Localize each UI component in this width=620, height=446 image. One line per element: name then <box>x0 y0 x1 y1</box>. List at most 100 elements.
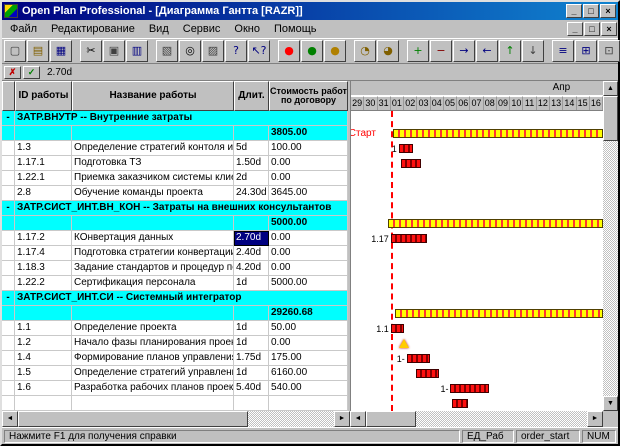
menu-help[interactable]: Помощь <box>267 21 324 37</box>
table-row[interactable]: -ЗАТР.СИСТ_ИНТ.ВН_КОН -- Затраты на внеш… <box>2 201 348 216</box>
gantt-scroll-track[interactable] <box>416 411 587 427</box>
table-row[interactable]: 1.2Начало фазы планирования проекта1d0.0… <box>2 336 348 351</box>
header-cost[interactable]: Стоимость работ по договору <box>269 81 348 111</box>
task-bar[interactable]: 1- <box>407 354 430 363</box>
day-header: 08 <box>484 96 497 110</box>
cell-activity-name: Приемка заказчиком системы клиент <box>72 171 234 186</box>
scroll-down-icon[interactable]: ▼ <box>603 396 618 411</box>
toolbar-separator <box>271 40 277 62</box>
table-row[interactable]: 2.8Обучение команды проекта24.30d3645.00 <box>2 186 348 201</box>
print-preview-icon[interactable]: ◎ <box>179 40 201 62</box>
table-hscrollbar[interactable]: ◄ ► <box>2 411 350 427</box>
traffic-green-icon[interactable]: ● <box>301 40 323 62</box>
clock-baseline-icon[interactable]: ◔ <box>354 40 376 62</box>
subtract-minus-icon[interactable]: − <box>430 40 452 62</box>
context-help-icon[interactable]: ↖? <box>248 40 270 62</box>
header-activity-id[interactable]: ID работы <box>15 81 72 111</box>
table-row[interactable]: 1.5Определение стратегий управления в1d6… <box>2 366 348 381</box>
task-bar[interactable]: 1.17 <box>391 234 427 243</box>
vertical-scrollbar[interactable]: ▲ ▼ <box>603 81 618 411</box>
help-icon[interactable]: ? <box>225 40 247 62</box>
title-bar[interactable]: Open Plan Professional - [Диаграмма Гант… <box>2 2 618 20</box>
cut-scissors-icon[interactable]: ✂ <box>80 40 102 62</box>
task-bar[interactable] <box>452 399 468 408</box>
gantt-scroll-left-icon[interactable]: ◄ <box>350 411 366 427</box>
copy-icon[interactable]: ▣ <box>103 40 125 62</box>
traffic-yellow-icon[interactable]: ● <box>324 40 346 62</box>
table-row[interactable]: 1.17.1Подготовка ТЗ1.50d0.00 <box>2 156 348 171</box>
header-duration[interactable]: Длит. <box>234 81 269 111</box>
paste-icon[interactable]: ▥ <box>126 40 148 62</box>
minimize-icon[interactable]: _ <box>566 4 582 18</box>
clock-actual-icon[interactable]: ◕ <box>377 40 399 62</box>
task-bar[interactable] <box>416 369 439 378</box>
traffic-red-icon[interactable]: ● <box>278 40 300 62</box>
table-row[interactable]: 1.22.2Сертификация персонала1d5000.00 <box>2 276 348 291</box>
view-spreadsheet-icon[interactable]: ⊞ <box>575 40 597 62</box>
arrow-up-icon[interactable]: ↑ <box>499 40 521 62</box>
table-row[interactable]: 1.22.1Приемка заказчиком системы клиент2… <box>2 171 348 186</box>
gantt-scroll-thumb[interactable] <box>366 411 416 427</box>
menu-tools[interactable]: Сервис <box>176 21 228 37</box>
table-row[interactable]: 1.18.3Задание стандартов и процедур по д… <box>2 261 348 276</box>
table-row[interactable]: 1.17.4Подготовка стратегии конвертации2.… <box>2 246 348 261</box>
menu-view[interactable]: Вид <box>142 21 176 37</box>
table-row[interactable]: 1.17.2КОнвертация данных2.70d0.00 <box>2 231 348 246</box>
day-header: 31 <box>378 96 391 110</box>
table-row[interactable]: 29260.68 <box>2 306 348 321</box>
cell-activity-id: 1.4 <box>15 351 72 366</box>
notes-icon[interactable]: ▨ <box>202 40 224 62</box>
link-right-icon[interactable]: → <box>453 40 475 62</box>
table-scroll-right-icon[interactable]: ► <box>334 411 350 427</box>
table-row[interactable]: 1.4Формирование планов управления1.75d17… <box>2 351 348 366</box>
view-barchart-icon[interactable]: ≡ <box>552 40 574 62</box>
arrow-down-icon[interactable]: ↓ <box>522 40 544 62</box>
table-scroll-track[interactable] <box>248 411 334 427</box>
table-row[interactable]: -ЗАТР.СИСТ_ИНТ.СИ -- Системный интеграто… <box>2 291 348 306</box>
cancel-edit-button[interactable]: ✗ <box>4 66 21 79</box>
link-left-icon[interactable]: ← <box>476 40 498 62</box>
table-scroll-thumb[interactable] <box>18 411 248 427</box>
table-row[interactable]: 1.6Разработка рабочих планов проекта5.40… <box>2 381 348 396</box>
day-header: 05 <box>444 96 457 110</box>
table-row[interactable]: 1.3Определение стратегий контоля и отч5d… <box>2 141 348 156</box>
summary-bar[interactable] <box>393 129 603 138</box>
child-minimize-icon[interactable]: _ <box>567 22 583 36</box>
summary-bar[interactable] <box>395 309 603 318</box>
table-row[interactable]: 1.1Определение проекта1d50.00 <box>2 321 348 336</box>
task-bar[interactable]: 1.1 <box>391 324 404 333</box>
table-row[interactable]: -ЗАТР.ВНУТР -- Внутренние затраты <box>2 111 348 126</box>
header-activity-name[interactable]: Название работы <box>72 81 234 111</box>
child-close-icon[interactable]: × <box>601 22 617 36</box>
task-bar[interactable] <box>401 159 421 168</box>
task-bar[interactable]: 1- <box>450 384 488 393</box>
task-bar[interactable]: 1 <box>399 144 414 153</box>
open-folder-icon[interactable]: ▤ <box>27 40 49 62</box>
menu-window[interactable]: Окно <box>227 21 267 37</box>
table-scroll-left-icon[interactable]: ◄ <box>2 411 18 427</box>
app-icon[interactable] <box>4 4 18 18</box>
child-restore-icon[interactable]: □ <box>584 22 600 36</box>
summary-bar[interactable] <box>388 219 603 228</box>
menu-file[interactable]: Файл <box>3 21 44 37</box>
scroll-up-icon[interactable]: ▲ <box>603 81 618 96</box>
maximize-icon[interactable]: □ <box>583 4 599 18</box>
table-row[interactable] <box>2 396 348 411</box>
gantt-hscrollbar[interactable]: ◄ ► <box>350 411 603 427</box>
vertical-scroll-track[interactable] <box>603 141 618 396</box>
cell-duration[interactable]: 2.70d <box>234 231 269 246</box>
save-floppy-icon[interactable]: ▦ <box>50 40 72 62</box>
close-icon[interactable]: × <box>600 4 616 18</box>
gantt-scroll-right-icon[interactable]: ► <box>587 411 603 427</box>
add-plus-icon[interactable]: + <box>407 40 429 62</box>
table-row[interactable]: 5000.00 <box>2 216 348 231</box>
vertical-scroll-thumb[interactable] <box>603 96 618 141</box>
new-file-icon[interactable]: ▢ <box>4 40 26 62</box>
menu-edit[interactable]: Редактирование <box>44 21 142 37</box>
print-icon[interactable]: ▧ <box>156 40 178 62</box>
view-monitor-icon[interactable]: ⊡ <box>598 40 620 62</box>
edit-value-field[interactable]: 2.70d <box>42 67 72 78</box>
milestone-marker[interactable] <box>399 339 409 348</box>
confirm-edit-button[interactable]: ✓ <box>23 66 40 79</box>
table-row[interactable]: 3805.00 <box>2 126 348 141</box>
